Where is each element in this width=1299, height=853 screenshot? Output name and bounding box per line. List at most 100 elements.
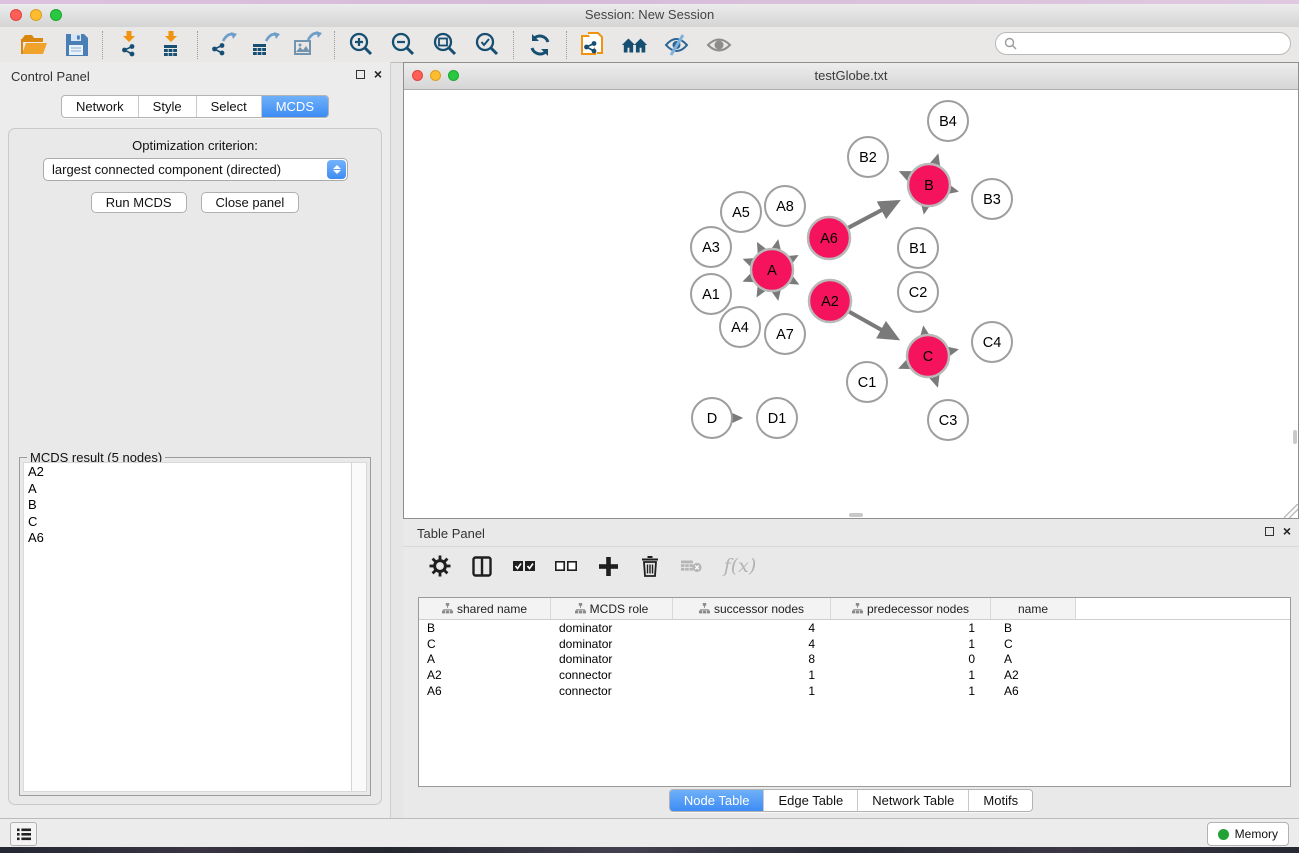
table-cell[interactable]: connector bbox=[551, 668, 673, 682]
close-panel-icon[interactable]: × bbox=[374, 69, 382, 80]
graph-edge-B-B4[interactable] bbox=[935, 156, 937, 164]
graph-edge-A-A5[interactable] bbox=[758, 244, 761, 250]
graph-node-A7[interactable]: A7 bbox=[765, 314, 805, 354]
graph-edge-C-C3[interactable] bbox=[935, 377, 938, 385]
graph-edge-A-A2[interactable] bbox=[791, 280, 797, 283]
graph-node-B[interactable]: B bbox=[908, 164, 950, 206]
table-cell[interactable]: 1 bbox=[831, 621, 991, 635]
mcds-result-item[interactable]: C bbox=[24, 514, 351, 531]
graph-edge-B-B1[interactable] bbox=[924, 207, 925, 212]
table-row[interactable]: A2connector11A2 bbox=[419, 667, 1290, 683]
table-cell[interactable]: 4 bbox=[673, 621, 831, 635]
run-mcds-button[interactable]: Run MCDS bbox=[91, 192, 187, 213]
import-network-icon[interactable] bbox=[115, 31, 143, 59]
duplicate-network-icon[interactable] bbox=[579, 31, 607, 59]
show-hide-panel-icon[interactable] bbox=[705, 31, 733, 59]
task-history-button[interactable] bbox=[10, 822, 37, 846]
table-cell[interactable]: 1 bbox=[673, 684, 831, 698]
graph-node-A4[interactable]: A4 bbox=[720, 307, 760, 347]
export-image-icon[interactable] bbox=[294, 31, 322, 59]
graph-node-C3[interactable]: C3 bbox=[928, 400, 968, 440]
table-cell[interactable]: A6 bbox=[991, 684, 1076, 698]
graph-node-A1[interactable]: A1 bbox=[691, 274, 731, 314]
table-float-panel-icon[interactable] bbox=[1265, 527, 1274, 536]
table-cell[interactable]: 1 bbox=[831, 684, 991, 698]
table-cell[interactable]: A2 bbox=[419, 668, 551, 682]
zoom-fit-icon[interactable] bbox=[431, 31, 459, 59]
table-cell[interactable]: 0 bbox=[831, 652, 991, 666]
search-input[interactable] bbox=[1021, 36, 1290, 52]
toggle-graphics-details-icon[interactable] bbox=[663, 31, 691, 59]
graph-edge-A-A6[interactable] bbox=[791, 256, 796, 259]
network-graph[interactable]: B4B2BB3A8A5A6A3B1AC2A1A2A4A7C4CC1DD1C3 bbox=[404, 90, 1298, 518]
import-table-icon[interactable] bbox=[157, 31, 185, 59]
network-window-titlebar[interactable]: testGlobe.txt bbox=[404, 63, 1298, 90]
column-header-successor-nodes[interactable]: successor nodes bbox=[673, 598, 831, 619]
table-tab-motifs[interactable]: Motifs bbox=[968, 790, 1032, 811]
graph-edge-A-A8[interactable] bbox=[776, 242, 777, 249]
mcds-result-item[interactable]: A6 bbox=[24, 530, 351, 547]
table-cell[interactable]: C bbox=[419, 637, 551, 651]
graph-edge-B-B3[interactable] bbox=[950, 190, 956, 191]
table-row[interactable]: A6connector11A6 bbox=[419, 683, 1290, 699]
graph-node-B1[interactable]: B1 bbox=[898, 228, 938, 268]
graph-edge-A2-C[interactable] bbox=[849, 312, 897, 339]
graph-node-C[interactable]: C bbox=[907, 335, 949, 377]
graph-edge-A-A4[interactable] bbox=[758, 289, 761, 295]
table-cell[interactable]: B bbox=[419, 621, 551, 635]
tab-mcds[interactable]: MCDS bbox=[261, 96, 328, 117]
table-tab-node-table[interactable]: Node Table bbox=[670, 790, 764, 811]
mcds-result-item[interactable]: A2 bbox=[24, 464, 351, 481]
table-cell[interactable]: 1 bbox=[673, 668, 831, 682]
table-cell[interactable]: A6 bbox=[419, 684, 551, 698]
canvas-hscroll-stub[interactable] bbox=[849, 513, 863, 517]
graph-edge-A-A7[interactable] bbox=[776, 292, 777, 299]
mcds-list-scrollbar[interactable] bbox=[351, 463, 366, 791]
open-file-icon[interactable] bbox=[20, 31, 48, 59]
table-cell[interactable]: dominator bbox=[551, 652, 673, 666]
float-panel-icon[interactable] bbox=[356, 70, 365, 79]
tab-network[interactable]: Network bbox=[62, 96, 138, 117]
mcds-result-item[interactable]: A bbox=[24, 481, 351, 498]
table-tab-network-table[interactable]: Network Table bbox=[857, 790, 968, 811]
tab-select[interactable]: Select bbox=[196, 96, 261, 117]
graph-node-A[interactable]: A bbox=[751, 249, 793, 291]
criterion-dropdown[interactable]: largest connected component (directed) bbox=[43, 158, 348, 181]
canvas-vscroll-stub[interactable] bbox=[1293, 430, 1297, 444]
graph-edge-A-A1[interactable] bbox=[745, 278, 752, 281]
table-cell[interactable]: dominator bbox=[551, 621, 673, 635]
refresh-view-icon[interactable] bbox=[526, 31, 554, 59]
table-cell[interactable]: 1 bbox=[831, 637, 991, 651]
table-cell[interactable]: A bbox=[991, 652, 1076, 666]
table-row[interactable]: Adominator80A bbox=[419, 652, 1290, 668]
table-cell[interactable]: 1 bbox=[831, 668, 991, 682]
network-canvas[interactable]: B4B2BB3A8A5A6A3B1AC2A1A2A4A7C4CC1DD1C3 bbox=[404, 90, 1298, 518]
column-header-MCDS-role[interactable]: MCDS role bbox=[551, 598, 673, 619]
graph-edge-C-C4[interactable] bbox=[949, 350, 956, 352]
export-network-icon[interactable] bbox=[210, 31, 238, 59]
column-header-name[interactable]: name bbox=[991, 598, 1076, 619]
table-cell[interactable]: connector bbox=[551, 684, 673, 698]
export-table-icon[interactable] bbox=[252, 31, 280, 59]
table-row[interactable]: Cdominator41C bbox=[419, 636, 1290, 652]
tab-style[interactable]: Style bbox=[138, 96, 196, 117]
table-row[interactable]: Bdominator41B bbox=[419, 620, 1290, 636]
graph-edge-B-B2[interactable] bbox=[901, 172, 909, 176]
zoom-in-icon[interactable] bbox=[347, 31, 375, 59]
graph-node-A8[interactable]: A8 bbox=[765, 186, 805, 226]
close-panel-button[interactable]: Close panel bbox=[201, 192, 300, 213]
graph-node-C2[interactable]: C2 bbox=[898, 272, 938, 312]
reset-home-icon[interactable] bbox=[621, 31, 649, 59]
save-session-icon[interactable] bbox=[62, 31, 90, 59]
graph-edge-A-A3[interactable] bbox=[745, 260, 751, 262]
window-resize-grip[interactable] bbox=[1284, 504, 1298, 518]
graph-node-D1[interactable]: D1 bbox=[757, 398, 797, 438]
table-close-panel-icon[interactable]: × bbox=[1283, 526, 1291, 537]
add-column-icon[interactable] bbox=[597, 555, 619, 577]
zoom-selected-icon[interactable] bbox=[473, 31, 501, 59]
graph-node-A5[interactable]: A5 bbox=[721, 192, 761, 232]
delete-column-trash-icon[interactable] bbox=[639, 555, 661, 577]
search-field[interactable] bbox=[995, 32, 1291, 55]
graph-node-C4[interactable]: C4 bbox=[972, 322, 1012, 362]
table-cell[interactable]: A2 bbox=[991, 668, 1076, 682]
